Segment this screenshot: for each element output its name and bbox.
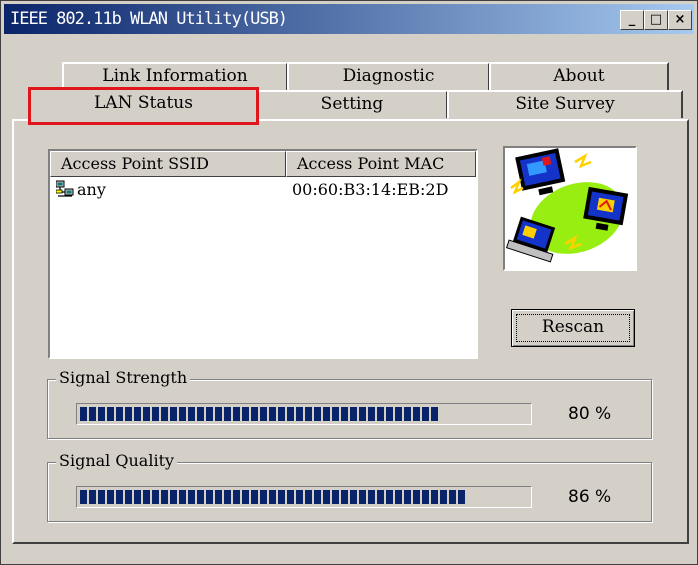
- signal-quality-group: Signal Quality 86 %: [47, 451, 652, 522]
- tab-site-survey[interactable]: Site Survey: [447, 90, 683, 118]
- signal-strength-value: 80 %: [568, 404, 612, 424]
- close-button[interactable]: ×: [668, 10, 692, 30]
- signal-quality-label: Signal Quality: [56, 451, 178, 471]
- list-item[interactable]: any 00:60:B3:14:EB:2D: [50, 179, 476, 201]
- ap-ssid: any: [77, 180, 106, 199]
- network-computers-illustration: [503, 146, 637, 271]
- signal-strength-group: Signal Strength 80 %: [47, 368, 652, 439]
- tab-diagnostic[interactable]: Diagnostic: [287, 62, 490, 90]
- title-bar[interactable]: IEEE 802.11b WLAN Utility(USB) _ □ ×: [4, 4, 694, 34]
- tab-link-information[interactable]: Link Information: [62, 62, 288, 90]
- maximize-button[interactable]: □: [644, 10, 668, 30]
- signal-strength-bar: [76, 403, 532, 425]
- signal-quality-value: 86 %: [568, 487, 612, 507]
- column-header-mac[interactable]: Access Point MAC: [286, 151, 476, 177]
- column-header-ssid[interactable]: Access Point SSID: [50, 151, 286, 177]
- network-computer-icon: [55, 180, 74, 198]
- signal-quality-bar: [76, 486, 532, 508]
- window-title: IEEE 802.11b WLAN Utility(USB): [10, 9, 288, 29]
- ap-mac: 00:60:B3:14:EB:2D: [292, 180, 449, 199]
- signal-quality-fill: [80, 490, 465, 504]
- signal-strength-label: Signal Strength: [56, 368, 191, 388]
- rescan-button[interactable]: Rescan: [511, 309, 635, 347]
- access-point-list[interactable]: Access Point SSID Access Point MAC any 0…: [48, 149, 478, 359]
- wlan-utility-window: IEEE 802.11b WLAN Utility(USB) _ □ × Lin…: [0, 0, 698, 565]
- tab-setting[interactable]: Setting: [256, 90, 448, 118]
- tab-about[interactable]: About: [489, 62, 669, 90]
- tab-lan-status[interactable]: LAN Status: [28, 87, 259, 125]
- signal-strength-fill: [80, 407, 438, 421]
- lan-status-panel: Access Point SSID Access Point MAC any 0…: [12, 119, 689, 544]
- rescan-button-label: Rescan: [541, 317, 605, 337]
- minimize-button[interactable]: _: [620, 10, 644, 30]
